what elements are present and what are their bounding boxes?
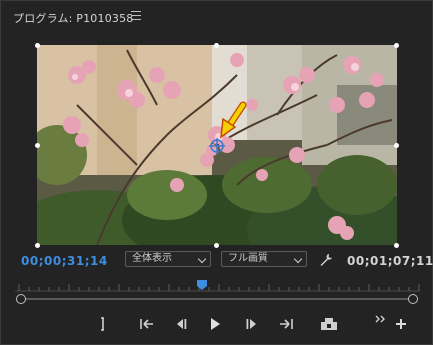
playhead[interactable] <box>196 279 208 291</box>
transform-handle[interactable] <box>35 143 40 148</box>
current-timecode[interactable]: 00;00;31;14 <box>21 254 108 268</box>
wrench-icon[interactable] <box>319 252 333 266</box>
panel-title: プログラム: P1010358 <box>13 12 134 25</box>
add-button-icon[interactable] <box>391 315 411 333</box>
transform-handle[interactable] <box>35 43 40 48</box>
duration-timecode: 00;01;07;11 <box>347 254 433 268</box>
go-to-in-icon[interactable] <box>137 315 157 333</box>
more-chevron-icon[interactable] <box>371 311 391 329</box>
step-forward-icon[interactable] <box>242 315 262 333</box>
transform-handle[interactable] <box>214 243 219 248</box>
chevron-down-icon <box>293 254 303 264</box>
zoom-level-dropdown[interactable]: 全体表示 <box>125 251 211 267</box>
zoom-level-value: 全体表示 <box>132 253 172 264</box>
transform-handle[interactable] <box>214 43 219 48</box>
mark-in-icon[interactable] <box>93 315 113 333</box>
export-frame-icon[interactable] <box>319 315 339 333</box>
transform-handle[interactable] <box>394 243 399 248</box>
transport-controls <box>1 313 433 337</box>
time-ruler[interactable] <box>15 281 420 293</box>
transform-handle[interactable] <box>35 243 40 248</box>
program-monitor-panel: プログラム: P1010358 00;00;31;14 全体表示 フル画質 00… <box>0 0 433 345</box>
transform-handle[interactable] <box>394 43 399 48</box>
step-back-icon[interactable] <box>171 315 191 333</box>
video-preview[interactable] <box>37 45 397 245</box>
playback-quality-value: フル画質 <box>228 253 268 264</box>
go-to-out-icon[interactable] <box>276 315 296 333</box>
playback-quality-dropdown[interactable]: フル画質 <box>221 251 307 267</box>
monitor-controls-row: 00;00;31;14 全体表示 フル画質 00;01;07;11 <box>1 249 433 271</box>
chevron-down-icon <box>197 254 207 264</box>
hamburger-menu-icon[interactable] <box>131 11 141 20</box>
video-frame-image <box>37 45 397 245</box>
zoom-scrollbar-right-handle[interactable] <box>408 294 418 304</box>
transform-handle[interactable] <box>394 143 399 148</box>
zoom-scrollbar-track[interactable] <box>21 298 413 300</box>
panel-header: プログラム: P1010358 <box>1 1 433 29</box>
zoom-scrollbar-left-handle[interactable] <box>16 294 26 304</box>
play-icon[interactable] <box>205 315 225 333</box>
